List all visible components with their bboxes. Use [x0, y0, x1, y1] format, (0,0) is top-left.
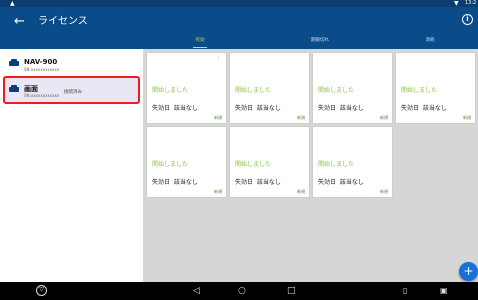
- tab-consumed-label: 消耗: [425, 38, 435, 43]
- status-clock: 13:2: [465, 0, 477, 6]
- screenshot-icon[interactable]: ▣: [440, 285, 448, 297]
- license-status: 開始しました: [235, 87, 272, 94]
- expiry-label: 失効日: [152, 179, 171, 186]
- license-tag: 新規: [214, 115, 222, 120]
- wifi-icon: ▼: [454, 0, 459, 7]
- card-menu-icon[interactable]: ⋮: [216, 56, 221, 62]
- tab-expired-label: 期限切れ: [311, 38, 329, 43]
- license-expiry: 失効日 該当なし: [152, 177, 198, 186]
- license-card[interactable]: 開始しました 失効日 該当なし 新規: [230, 127, 309, 197]
- nav-home-button[interactable]: ○: [238, 285, 246, 297]
- license-grid: ⋮ 開始しました 失効日 該当なし 新規 開始しました 失効日 該当なし 新規 …: [143, 49, 478, 282]
- license-card[interactable]: 開始しました 失効日 該当なし 新規: [313, 127, 392, 197]
- add-license-button[interactable]: +: [459, 262, 478, 281]
- android-notification-icon: ▲: [10, 0, 15, 7]
- license-card[interactable]: 開始しました 失効日 該当なし 新規: [396, 53, 475, 123]
- license-tag: 新規: [380, 189, 388, 194]
- license-expiry: 失効日 該当なし: [318, 177, 364, 186]
- status-bar: ▲ ▼ 13:2: [0, 0, 478, 7]
- license-status: 開始しました: [152, 161, 189, 168]
- license-expiry: 失効日 該当なし: [235, 177, 281, 186]
- expiry-value: 該当なし: [173, 105, 198, 112]
- license-expiry: 失効日 該当なし: [152, 103, 198, 112]
- nav-recents-button[interactable]: □: [287, 285, 296, 297]
- license-tag: 新規: [214, 189, 222, 194]
- add-icon: +: [463, 264, 474, 278]
- back-arrow-icon[interactable]: ←: [14, 14, 25, 30]
- expiry-label: 失効日: [318, 105, 337, 112]
- nav-back-button[interactable]: ◁: [193, 285, 200, 297]
- device-icon[interactable]: ▯: [403, 285, 407, 297]
- device-serial: SN:xxxxxxxxxxxx: [24, 67, 60, 72]
- license-status: 開始しました: [152, 87, 189, 94]
- app-bar: ← ライセンス i: [0, 7, 478, 37]
- license-card[interactable]: 開始しました 失効日 該当なし 新規: [313, 53, 392, 123]
- expiry-value: 該当なし: [256, 179, 281, 186]
- license-expiry: 失効日 該当なし: [235, 103, 281, 112]
- page-title: ライセンス: [38, 16, 88, 27]
- expiry-value: 該当なし: [422, 105, 447, 112]
- expiry-label: 失効日: [235, 179, 254, 186]
- license-tag: 新規: [297, 115, 305, 120]
- license-expiry: 失効日 該当なし: [318, 103, 364, 112]
- selection-highlight: [3, 76, 140, 104]
- tab-consumed[interactable]: 消耗: [390, 37, 470, 49]
- tab-active-indicator: [193, 46, 207, 48]
- trimble-app-icon[interactable]: ▽: [36, 285, 47, 296]
- tab-bar: 有効 期限切れ 消耗: [0, 37, 478, 49]
- expiry-label: 失効日: [152, 105, 171, 112]
- tab-expired[interactable]: 期限切れ: [280, 37, 360, 49]
- expiry-label: 失効日: [401, 105, 420, 112]
- expiry-value: 該当なし: [256, 105, 281, 112]
- license-status: 開始しました: [401, 87, 438, 94]
- license-status: 開始しました: [318, 161, 355, 168]
- tab-active-label: 有効: [195, 38, 205, 43]
- license-tag: 新規: [297, 189, 305, 194]
- expiry-value: 該当なし: [339, 179, 364, 186]
- expiry-value: 該当なし: [339, 105, 364, 112]
- license-tag: 新規: [380, 115, 388, 120]
- android-nav-bar: ▽ ◁ ○ □ ▯ ▣: [0, 282, 478, 300]
- info-icon[interactable]: i: [462, 14, 473, 25]
- license-card[interactable]: 開始しました 失効日 該当なし 新規: [147, 127, 226, 197]
- license-expiry: 失効日 該当なし: [401, 103, 447, 112]
- expiry-label: 失効日: [235, 105, 254, 112]
- tab-active[interactable]: 有効: [160, 37, 240, 49]
- expiry-label: 失効日: [318, 179, 337, 186]
- license-status: 開始しました: [318, 87, 355, 94]
- license-card[interactable]: 開始しました 失効日 該当なし 新規: [230, 53, 309, 123]
- expiry-value: 該当なし: [173, 179, 198, 186]
- license-card[interactable]: ⋮ 開始しました 失効日 該当なし 新規: [147, 53, 226, 123]
- license-tag: 新規: [463, 115, 471, 120]
- receiver-icon: [9, 59, 19, 66]
- license-status: 開始しました: [235, 161, 272, 168]
- device-item-nav900[interactable]: NAV-900 SN:xxxxxxxxxxxx: [5, 52, 139, 78]
- device-name: NAV-900: [24, 58, 58, 66]
